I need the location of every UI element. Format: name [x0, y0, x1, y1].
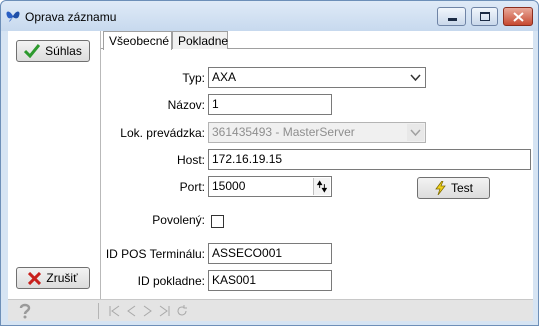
action-sidebar: Súhlas Zrušiť: [8, 31, 101, 299]
id-pokladne-input[interactable]: KAS001: [208, 270, 332, 291]
last-record-icon[interactable]: [159, 305, 171, 317]
client-area: Súhlas Zrušiť Všeobecné Pokladne Typ: AX…: [8, 31, 533, 321]
restore-icon: [480, 12, 490, 21]
nazov-input[interactable]: 1: [208, 94, 332, 115]
first-record-icon[interactable]: [108, 305, 120, 317]
check-icon: [24, 44, 41, 58]
cross-icon: [28, 271, 42, 285]
typ-select[interactable]: AXA: [208, 67, 426, 88]
suhlas-label: Súhlas: [45, 44, 82, 58]
povoleny-checkbox[interactable]: [211, 215, 224, 228]
refresh-icon[interactable]: [176, 305, 188, 317]
window-title: Oprava záznamu: [25, 10, 117, 24]
chevron-down-icon: [407, 124, 424, 141]
title-bar[interactable]: Oprava záznamu: [1, 1, 538, 31]
lok-prevadzka-label: Lok. prevádzka:: [120, 126, 205, 140]
test-button[interactable]: Test: [417, 177, 490, 199]
dialog-window: Oprava záznamu Súhlas Zrušiť Všeobecné P…: [0, 0, 539, 326]
close-icon: [513, 12, 524, 22]
id-pokladne-label: ID pokladne:: [137, 274, 205, 288]
zrusit-button[interactable]: Zrušiť: [16, 267, 90, 289]
status-bar: [8, 299, 533, 321]
minimize-icon: [448, 18, 457, 21]
id-pos-label: ID POS Terminálu:: [105, 247, 205, 261]
lok-prevadzka-select: 361435493 - MasterServer: [208, 122, 426, 143]
povoleny-label: Povolený:: [152, 213, 205, 227]
butterfly-app-icon: [6, 11, 20, 22]
minimize-button[interactable]: [437, 7, 466, 26]
next-record-icon[interactable]: [142, 305, 154, 317]
suhlas-button[interactable]: Súhlas: [16, 40, 90, 62]
port-stepper[interactable]: 15000: [208, 176, 332, 197]
lightning-icon: [435, 181, 446, 195]
typ-value: AXA: [212, 70, 237, 84]
previous-record-icon[interactable]: [125, 305, 137, 317]
port-value: 15000: [212, 179, 246, 193]
id-pos-input[interactable]: ASSECO001: [208, 243, 332, 264]
form-panel: Všeobecné Pokladne Typ: AXA Názov: 1 Lok…: [101, 31, 533, 299]
spinner-arrows-icon[interactable]: [313, 178, 330, 195]
host-input[interactable]: 172.16.19.15: [208, 149, 531, 170]
host-label: Host:: [176, 153, 205, 167]
tab-pokladne[interactable]: Pokladne: [172, 31, 228, 49]
nazov-label: Názov:: [167, 98, 205, 112]
lok-prevadzka-value: 361435493 - MasterServer: [212, 125, 355, 139]
typ-label: Typ:: [182, 71, 205, 85]
close-button[interactable]: [503, 7, 533, 26]
test-label: Test: [450, 181, 473, 195]
help-icon[interactable]: [18, 303, 32, 319]
tab-vseobecne[interactable]: Všeobecné: [103, 31, 172, 50]
status-divider: [98, 303, 99, 319]
zrusit-label: Zrušiť: [46, 271, 78, 285]
chevron-down-icon[interactable]: [407, 69, 424, 86]
maximize-button[interactable]: [471, 7, 498, 26]
port-label: Port:: [179, 180, 205, 194]
